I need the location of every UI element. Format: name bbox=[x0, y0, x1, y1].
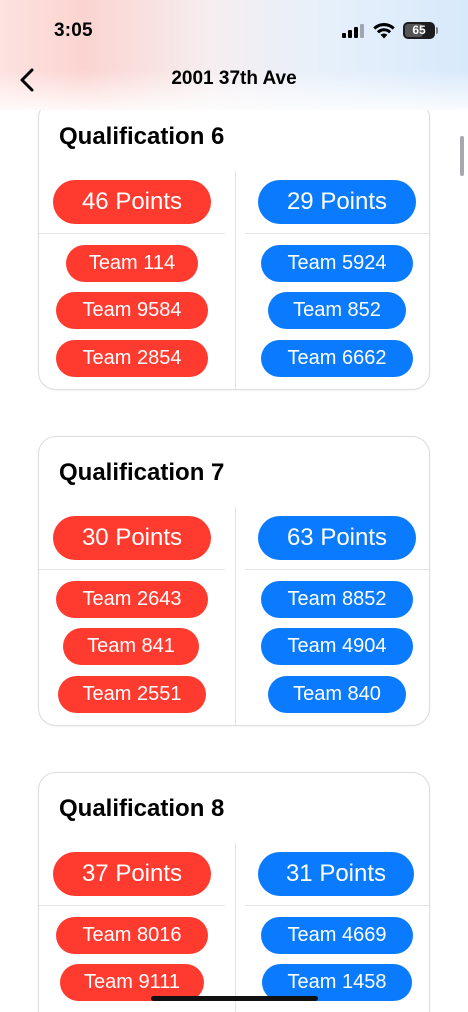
red-points-badge[interactable]: 30 Points bbox=[53, 516, 211, 560]
red-team-chip[interactable]: Team 114 bbox=[66, 245, 198, 282]
alliance-divider bbox=[235, 171, 236, 389]
red-team-chip[interactable]: Team 9584 bbox=[56, 292, 208, 329]
blue-points-badge[interactable]: 63 Points bbox=[258, 516, 416, 560]
match-title: Qualification 8 bbox=[59, 795, 225, 822]
red-team-chip[interactable]: Team 2854 bbox=[56, 340, 208, 377]
red-divider bbox=[39, 569, 225, 570]
match-card[interactable]: Qualification 8 37 Points 31 Points Team… bbox=[38, 772, 431, 1012]
blue-points-badge[interactable]: 29 Points bbox=[258, 180, 416, 224]
blue-team-chip[interactable]: Team 4904 bbox=[261, 628, 413, 665]
blue-divider bbox=[245, 905, 431, 906]
red-team-chip[interactable]: Team 2551 bbox=[58, 676, 206, 713]
battery-percentage: 65 bbox=[412, 23, 426, 37]
match-title: Qualification 7 bbox=[59, 459, 225, 486]
blue-team-chip[interactable]: Team 4669 bbox=[261, 917, 413, 954]
red-team-chip[interactable]: Team 2643 bbox=[56, 581, 208, 618]
battery-icon: 65 bbox=[403, 22, 435, 39]
alliance-divider bbox=[235, 843, 236, 1012]
status-time: 3:05 bbox=[54, 20, 93, 41]
navigation-bar: 2001 37th Ave bbox=[0, 56, 468, 102]
blue-team-chip[interactable]: Team 840 bbox=[268, 676, 406, 713]
scroll-indicator[interactable] bbox=[460, 136, 464, 176]
match-card[interactable]: Qualification 6 46 Points 29 Points Team… bbox=[38, 100, 431, 390]
red-divider bbox=[39, 905, 225, 906]
match-card[interactable]: Qualification 7 30 Points 63 Points Team… bbox=[38, 436, 431, 726]
match-title: Qualification 6 bbox=[59, 123, 225, 150]
home-indicator[interactable] bbox=[151, 996, 318, 1001]
blue-points-badge[interactable]: 31 Points bbox=[258, 852, 414, 896]
cellular-signal-icon bbox=[342, 24, 364, 38]
red-points-badge[interactable]: 46 Points bbox=[53, 180, 211, 224]
page-title: 2001 37th Ave bbox=[171, 68, 297, 89]
red-team-chip[interactable]: Team 841 bbox=[63, 628, 199, 665]
blue-divider bbox=[245, 233, 431, 234]
red-divider bbox=[39, 233, 225, 234]
blue-team-chip[interactable]: Team 5924 bbox=[261, 245, 413, 282]
red-points-badge[interactable]: 37 Points bbox=[53, 852, 211, 896]
red-team-chip[interactable]: Team 8016 bbox=[56, 917, 208, 954]
alliance-divider bbox=[235, 507, 236, 725]
blue-team-chip[interactable]: Team 852 bbox=[268, 292, 406, 329]
battery-tip bbox=[436, 27, 438, 34]
blue-team-chip[interactable]: Team 8852 bbox=[261, 581, 413, 618]
blue-divider bbox=[245, 569, 431, 570]
status-bar: 3:05 65 bbox=[0, 0, 468, 60]
blue-team-chip[interactable]: Team 6662 bbox=[261, 340, 413, 377]
wifi-icon bbox=[373, 23, 395, 39]
